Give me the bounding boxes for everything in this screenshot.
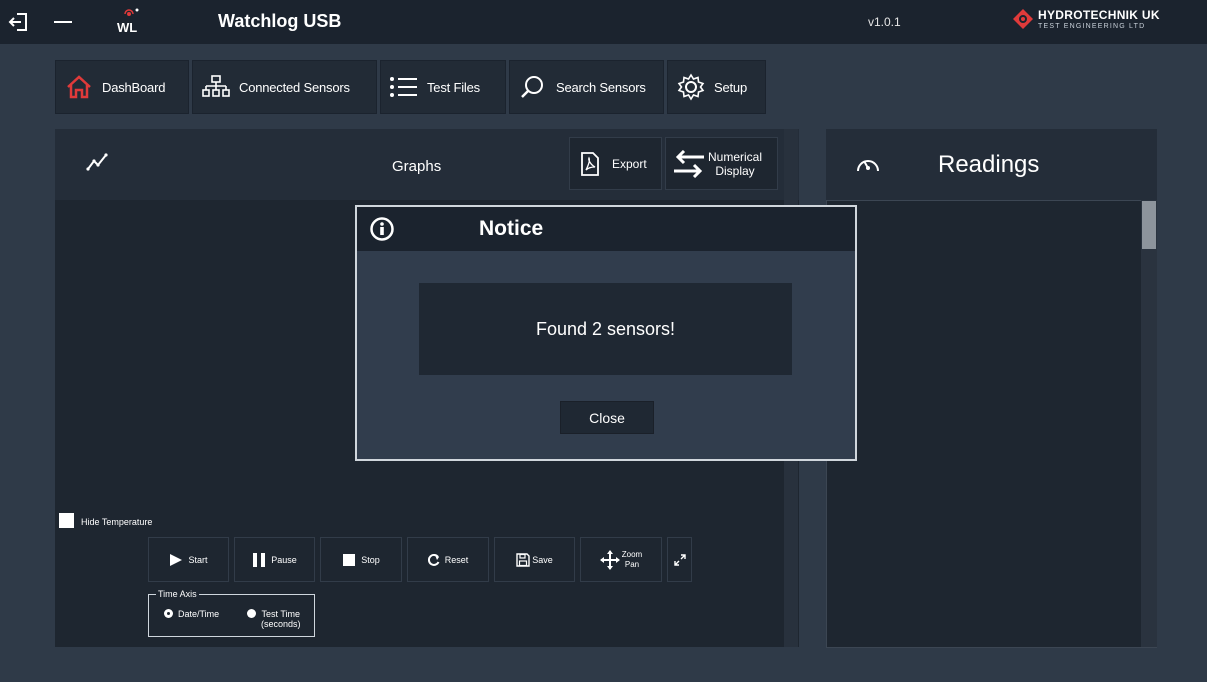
info-icon	[370, 217, 394, 246]
wl-logo: WL	[117, 6, 139, 38]
datetime-radio[interactable]	[164, 609, 173, 618]
nav-setup-label: Setup	[714, 79, 747, 95]
datetime-label: Date/Time	[178, 609, 220, 619]
testtime-label-1: Test Time	[261, 609, 301, 619]
nav-dashboard-button[interactable]: DashBoard	[55, 60, 189, 114]
stop-icon	[342, 553, 356, 567]
app-title: Watchlog USB	[218, 11, 342, 31]
nav-connected-sensors-label: Connected Sensors	[239, 79, 350, 95]
export-button[interactable]: Export	[569, 137, 662, 190]
start-button[interactable]: Start	[148, 537, 229, 582]
stop-button[interactable]: Stop	[320, 537, 402, 582]
list-icon	[389, 72, 419, 102]
readings-scrollbar[interactable]	[1141, 200, 1157, 647]
zoom-pan-button[interactable]: Zoom Pan	[580, 537, 662, 582]
testtime-label-2: (seconds)	[261, 619, 301, 629]
export-label: Export	[612, 156, 647, 171]
reset-label: Reset	[444, 554, 469, 565]
time-axis-legend: Time Axis	[156, 589, 199, 599]
hide-temperature-checkbox[interactable]	[59, 513, 74, 528]
close-button[interactable]: Close	[560, 401, 654, 434]
logo-text: WL	[117, 20, 138, 35]
notice-dialog-header	[357, 207, 855, 251]
nav-setup-button[interactable]: Setup	[667, 60, 766, 114]
save-button[interactable]: Save	[494, 537, 575, 582]
nav-test-files-label: Test Files	[427, 79, 480, 95]
expand-icon	[673, 553, 686, 566]
network-icon	[201, 72, 231, 102]
pause-button[interactable]: Pause	[234, 537, 315, 582]
graphs-title: Graphs	[392, 158, 442, 175]
notice-message: Found 2 sensors!	[419, 283, 792, 375]
minimize-icon[interactable]	[54, 21, 72, 23]
nav-search-sensors-button[interactable]: Search Sensors	[509, 60, 664, 114]
save-label: Save	[532, 554, 553, 565]
version-label: v1.0.1	[868, 15, 901, 29]
nav-search-sensors-label: Search Sensors	[556, 79, 646, 95]
play-icon	[169, 553, 183, 567]
expand-button[interactable]	[667, 537, 692, 582]
testtime-label: Test Time (seconds)	[261, 609, 301, 629]
readings-title: Readings	[938, 151, 1040, 178]
readings-scrollbar-thumb[interactable]	[1142, 201, 1156, 249]
move-arrows-icon	[599, 549, 620, 570]
nav-connected-sensors-button[interactable]: Connected Sensors	[192, 60, 377, 114]
pause-icon	[252, 552, 266, 568]
gear-icon	[676, 72, 706, 102]
numerical-display-label-2: Display	[715, 163, 755, 178]
numerical-display-button[interactable]: Numerical Display	[665, 137, 778, 190]
zoom-label: Zoom	[621, 549, 643, 559]
pause-label: Pause	[271, 554, 297, 565]
brand-subtitle: TEST ENGINEERING LTD	[1038, 23, 1146, 30]
start-label: Start	[188, 554, 208, 565]
search-icon	[518, 72, 548, 102]
home-icon	[64, 72, 94, 102]
nav-dashboard-label: DashBoard	[102, 79, 166, 95]
testtime-radio[interactable]	[247, 609, 256, 618]
nav-test-files-button[interactable]: Test Files	[380, 60, 506, 114]
gauge-icon	[855, 153, 881, 178]
exit-icon[interactable]	[8, 11, 30, 38]
brand-logo-icon	[1012, 8, 1034, 35]
brand-name: HYDROTECHNIK UK	[1038, 8, 1160, 22]
numerical-display-label-1: Numerical	[708, 149, 763, 164]
readings-list	[826, 200, 1157, 648]
reset-button[interactable]: Reset	[407, 537, 489, 582]
swap-arrows-icon	[672, 149, 706, 178]
reset-icon	[427, 553, 440, 566]
notice-title: Notice	[479, 217, 544, 240]
pan-label: Pan	[624, 559, 640, 569]
line-chart-icon	[86, 153, 108, 176]
stop-label: Stop	[361, 554, 380, 565]
pdf-icon	[580, 151, 600, 176]
hide-temperature-label: Hide Temperature	[81, 517, 153, 527]
save-icon	[516, 552, 530, 567]
